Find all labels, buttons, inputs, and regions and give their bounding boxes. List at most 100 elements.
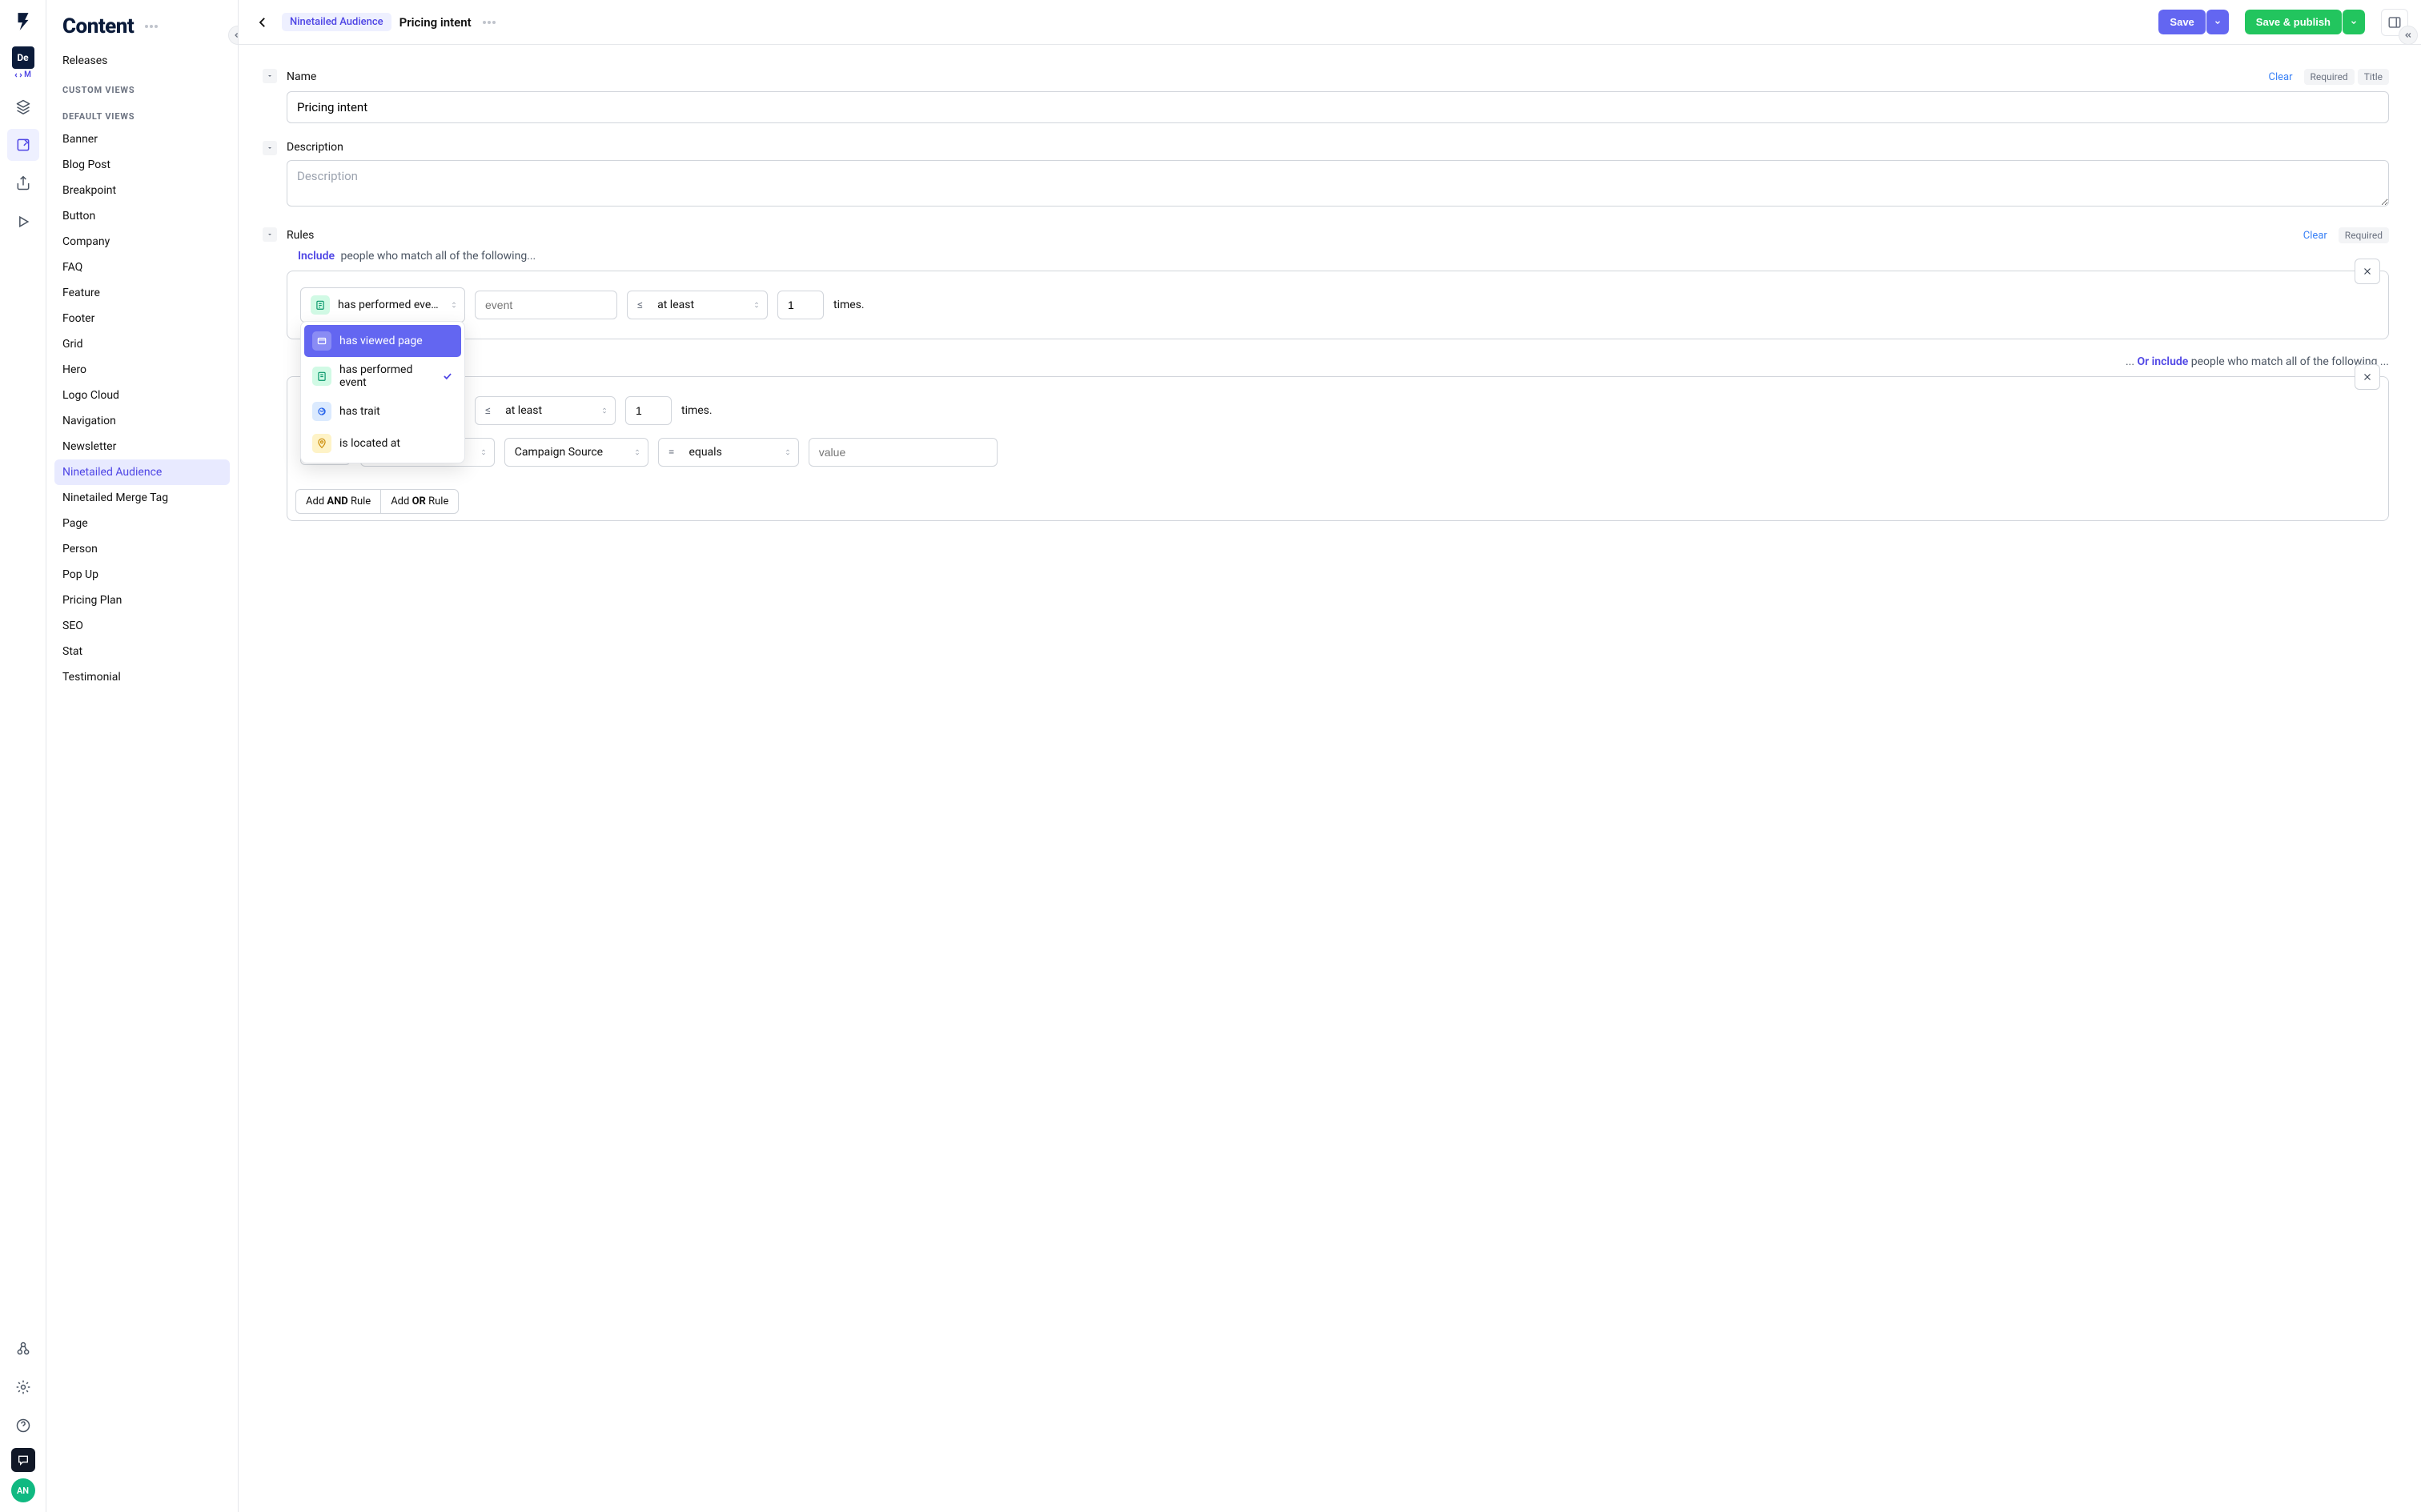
rule-card: has performed eve… xyxy=(287,271,2389,339)
field-label-name: Name xyxy=(287,70,316,83)
sidebar-item[interactable]: Feature xyxy=(54,280,230,306)
sidebar-item[interactable]: Stat xyxy=(54,639,230,664)
clear-name-link[interactable]: Clear xyxy=(2269,71,2293,83)
sidebar-item[interactable]: Testimonial xyxy=(54,664,230,690)
publish-dropdown-icon[interactable] xyxy=(2343,10,2365,34)
sidebar-title: Content xyxy=(62,14,134,38)
dropdown-option-located-at[interactable]: is located at xyxy=(304,427,461,459)
workspace-sub-badge: M xyxy=(14,70,31,79)
back-button[interactable] xyxy=(251,11,274,34)
chevron-updown-icon xyxy=(633,447,641,458)
user-avatar[interactable]: AN xyxy=(11,1478,35,1502)
sidebar-item[interactable]: Navigation xyxy=(54,408,230,434)
nav-media-icon[interactable] xyxy=(7,167,39,199)
sidebar-item[interactable]: Company xyxy=(54,229,230,255)
rules-include-text: Include people who match all of the foll… xyxy=(287,250,2389,263)
chevron-updown-icon xyxy=(450,299,458,311)
times-label: times. xyxy=(681,404,713,417)
app-logo[interactable] xyxy=(11,10,35,34)
condition-select[interactable]: has performed eve… xyxy=(300,287,465,323)
sidebar-item-ninetailed-audience[interactable]: Ninetailed Audience xyxy=(54,459,230,485)
collapse-field-icon[interactable] xyxy=(263,69,277,83)
nav-webhooks-icon[interactable] xyxy=(7,1333,39,1365)
times-label: times. xyxy=(833,299,865,311)
rules-or-text: ... Or include people who match all of t… xyxy=(287,355,2389,368)
topbar: Ninetailed Audience Pricing intent Save … xyxy=(239,0,2421,45)
publish-button[interactable]: Save & publish xyxy=(2245,10,2342,34)
sidebar-item[interactable]: Page xyxy=(54,511,230,536)
field-label-rules: Rules xyxy=(287,229,314,242)
condition-dropdown: has viewed page has performed event xyxy=(300,321,465,463)
chevron-updown-icon xyxy=(753,299,761,311)
add-or-rule-button[interactable]: Add OR Rule xyxy=(380,489,459,514)
dropdown-option-viewed-page[interactable]: has viewed page xyxy=(304,325,461,357)
sidebar-item[interactable]: Banner xyxy=(54,126,230,152)
dropdown-option-performed-event[interactable]: has performed event xyxy=(304,357,461,395)
rule-card: has viewed page ≤ at least xyxy=(287,376,2389,483)
nav-play-icon[interactable] xyxy=(7,206,39,238)
sidebar-item[interactable]: Pricing Plan xyxy=(54,588,230,613)
nav-layers-icon[interactable] xyxy=(7,90,39,122)
chevron-updown-icon xyxy=(480,447,488,458)
sidebar-item[interactable]: Breakpoint xyxy=(54,178,230,203)
breadcrumb-type[interactable]: Ninetailed Audience xyxy=(282,13,391,31)
count-input[interactable] xyxy=(777,291,824,319)
dropdown-option-has-trait[interactable]: has trait xyxy=(304,395,461,427)
chevron-updown-icon xyxy=(600,405,608,416)
trait-icon xyxy=(312,402,331,421)
name-input[interactable] xyxy=(287,91,2389,123)
sidebar-item-releases[interactable]: Releases xyxy=(54,48,230,74)
operator-select[interactable]: ≤ at least xyxy=(627,291,768,319)
icon-rail: De M AN xyxy=(0,0,46,1512)
description-input[interactable] xyxy=(287,160,2389,207)
operator-select[interactable]: ≤ at least xyxy=(475,396,616,425)
save-button[interactable]: Save xyxy=(2158,10,2205,34)
field-label-description: Description xyxy=(287,141,343,154)
condition-value: has performed eve… xyxy=(338,299,439,311)
location-icon xyxy=(312,434,331,453)
sidebar-item[interactable]: Person xyxy=(54,536,230,562)
save-dropdown-icon[interactable] xyxy=(2206,10,2229,34)
sidebar-item[interactable]: SEO xyxy=(54,613,230,639)
nav-help-icon[interactable] xyxy=(7,1410,39,1442)
remove-rule-icon[interactable] xyxy=(2355,364,2380,390)
remove-rule-icon[interactable] xyxy=(2355,259,2380,284)
sidebar-item[interactable]: Hero xyxy=(54,357,230,383)
page-icon xyxy=(312,331,331,351)
title-badge: Title xyxy=(2358,69,2389,85)
breadcrumb-title: Pricing intent xyxy=(399,15,472,30)
add-and-rule-button[interactable]: Add AND Rule xyxy=(295,489,380,514)
sidebar-item[interactable]: Button xyxy=(54,203,230,229)
value-input[interactable] xyxy=(809,438,998,467)
sidebar-item[interactable]: Grid xyxy=(54,331,230,357)
nav-content-icon[interactable] xyxy=(7,129,39,161)
required-badge: Required xyxy=(2304,69,2355,85)
entry-menu-icon[interactable] xyxy=(480,18,499,27)
count-input[interactable] xyxy=(625,396,672,425)
collapse-field-icon[interactable] xyxy=(263,141,277,155)
sidebar: Content Releases CUSTOM VIEWS DEFAULT VI… xyxy=(46,0,239,1512)
sidebar-item[interactable]: Blog Post xyxy=(54,152,230,178)
nav-chat-icon[interactable] xyxy=(11,1448,35,1472)
clear-rules-link[interactable]: Clear xyxy=(2303,230,2327,242)
event-icon xyxy=(312,367,331,386)
workspace-badge[interactable]: De xyxy=(12,46,34,69)
sidebar-item[interactable]: FAQ xyxy=(54,255,230,280)
comparison-select[interactable]: = equals xyxy=(658,438,799,467)
sidebar-item[interactable]: Logo Cloud xyxy=(54,383,230,408)
sidebar-section-default: DEFAULT VIEWS xyxy=(54,100,230,126)
collapse-right-panel-icon[interactable] xyxy=(2399,26,2418,45)
sidebar-item[interactable]: Newsletter xyxy=(54,434,230,459)
param-name-select[interactable]: Campaign Source xyxy=(504,438,648,467)
event-icon xyxy=(311,295,330,315)
sidebar-item[interactable]: Footer xyxy=(54,306,230,331)
collapse-field-icon[interactable] xyxy=(263,227,277,242)
sidebar-item[interactable]: Pop Up xyxy=(54,562,230,588)
check-icon xyxy=(442,371,453,382)
event-name-input[interactable] xyxy=(475,291,617,319)
sidebar-item[interactable]: Ninetailed Merge Tag xyxy=(54,485,230,511)
sidebar-menu-icon[interactable] xyxy=(142,22,161,31)
main-panel: Ninetailed Audience Pricing intent Save … xyxy=(239,0,2421,1512)
nav-settings-icon[interactable] xyxy=(7,1371,39,1403)
required-badge: Required xyxy=(2339,227,2389,243)
